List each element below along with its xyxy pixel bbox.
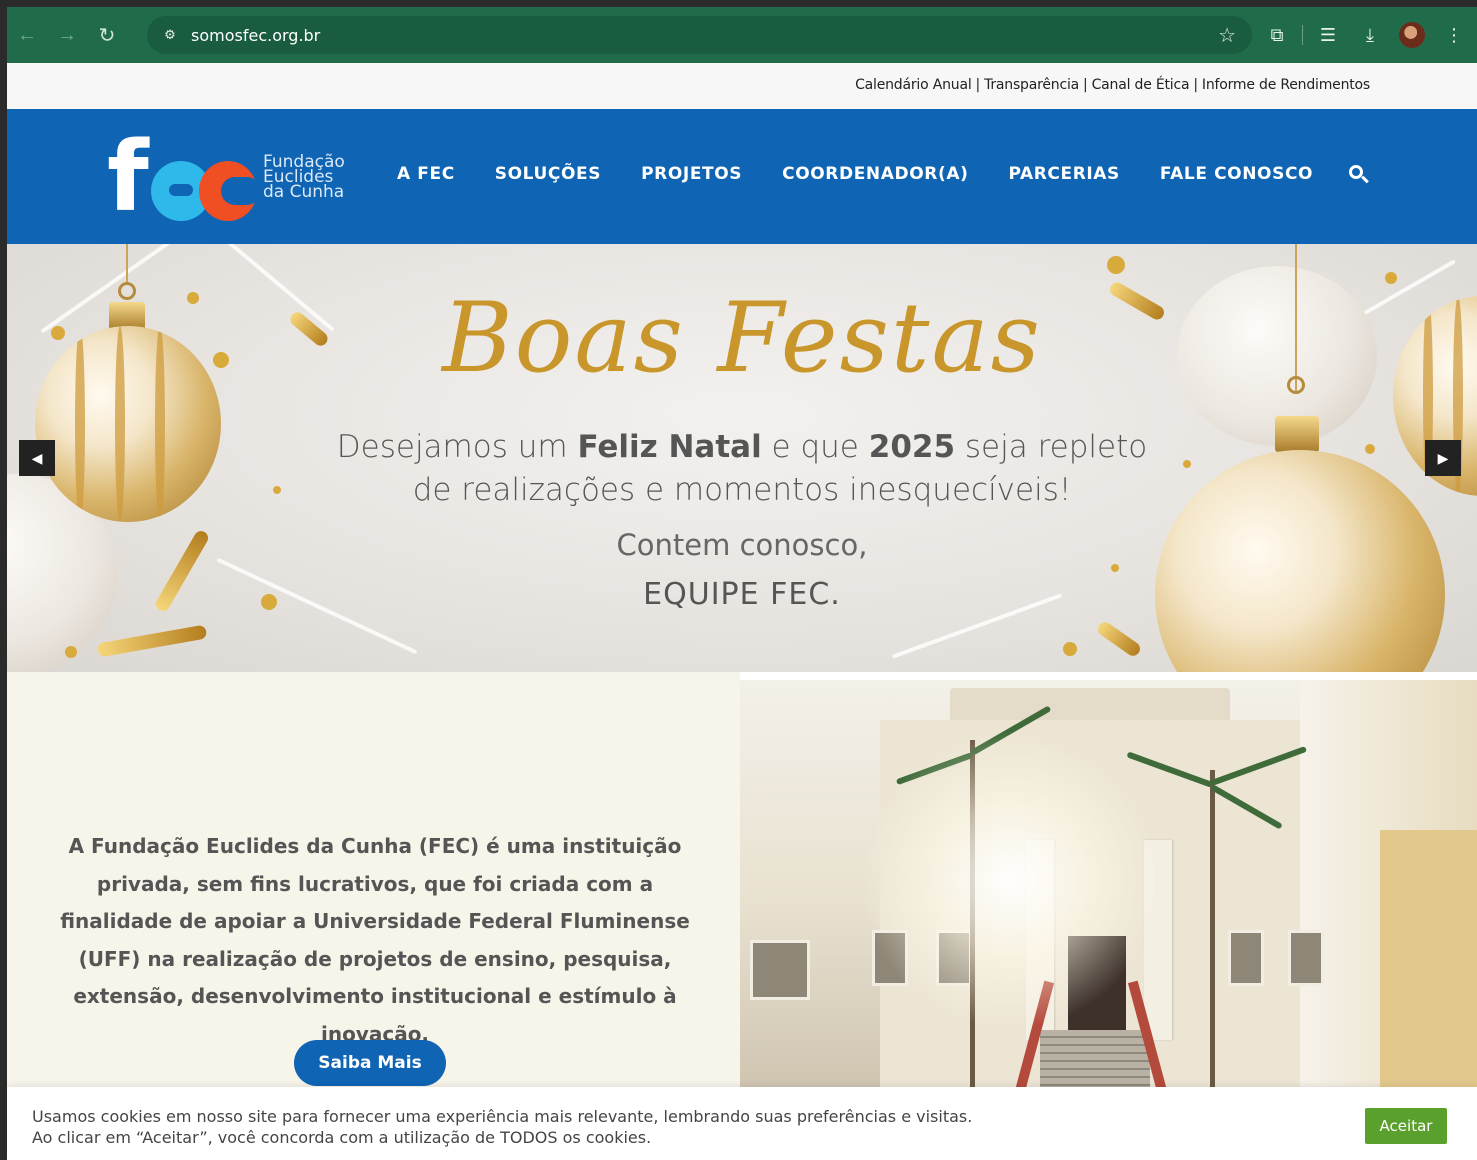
nav-parcerias[interactable]: PARCERIAS (1008, 164, 1119, 184)
confetti-dot (1111, 564, 1119, 572)
site-header: f Fundação Euclides da Cunha A FEC SOLUÇ… (7, 109, 1477, 244)
building-stairs (1040, 1030, 1150, 1087)
about-description: A Fundação Euclides da Cunha (FEC) é uma… (60, 834, 690, 1046)
cookie-line: Usamos cookies em nosso site para fornec… (32, 1107, 973, 1126)
bookmark-star-icon[interactable]: ☆ (1218, 23, 1236, 48)
link-transparencia[interactable]: Transparência (984, 77, 1079, 93)
gold-ribbon (96, 624, 208, 658)
extensions-icon[interactable]: ⧉ (1260, 18, 1294, 52)
utility-links: Calendário Anual | Transparência | Canal de … (855, 77, 1370, 93)
fec-building-photo (740, 680, 1477, 1087)
separator: | (975, 77, 981, 93)
link-canal-de-etica[interactable]: Canal de Ética (1092, 77, 1190, 93)
accept-cookies-button[interactable]: Aceitar (1365, 1108, 1447, 1144)
forward-icon[interactable]: → (47, 15, 87, 55)
link-informe-de-rendimentos[interactable]: Informe de Rendimentos (1202, 77, 1370, 93)
link-calendario-anual[interactable]: Calendário Anual (855, 77, 972, 93)
separator: | (1193, 77, 1198, 93)
confetti-dot (1063, 642, 1077, 656)
cookie-consent-bar: Usamos cookies em nosso site para fornec… (7, 1087, 1477, 1160)
download-icon[interactable]: ⤓ (1353, 18, 1387, 52)
nav-coordenador[interactable]: COORDENADOR(A) (782, 164, 968, 184)
nav-a-fec[interactable]: A FEC (397, 164, 455, 184)
toolbar-icons: ⧉ ☰ ⤓ ⋮ (1260, 15, 1477, 55)
sun-flare (860, 730, 1160, 1030)
profile-avatar[interactable] (1395, 18, 1429, 52)
greeting-bold: 2025 (868, 429, 956, 465)
logo-mark: f (107, 121, 149, 233)
toolbar-separator (1302, 25, 1303, 45)
reload-icon[interactable]: ↻ (87, 15, 127, 55)
search-icon[interactable] (1347, 163, 1371, 187)
nav-projetos[interactable]: PROJETOS (641, 164, 742, 184)
browser-toolbar: ← → ↻ ⚙ somosfec.org.br ☆ ⧉ ☰ ⤓ ⋮ (7, 7, 1477, 63)
saiba-mais-button[interactable]: Saiba Mais (294, 1040, 446, 1086)
greeting-text: e que (761, 429, 869, 465)
gold-ribbon (1095, 619, 1143, 659)
building-window (1288, 930, 1324, 986)
menu-kebab-icon[interactable]: ⋮ (1437, 18, 1471, 52)
separator: | (1083, 77, 1088, 93)
banner-greeting: Desejamos um Feliz Natal e que 2025 seja… (7, 426, 1477, 512)
banner-title: Boas Festas (442, 282, 1042, 394)
confetti-dot (1107, 256, 1125, 274)
utility-bar: Calendário Anual | Transparência | Canal de … (7, 63, 1477, 109)
logo-c-shape (199, 161, 261, 221)
logo-text-line: da Cunha (263, 182, 345, 202)
greeting-line-2: de realizações e momentos inesquecíveis! (412, 472, 1072, 508)
back-icon[interactable]: ← (7, 15, 47, 55)
building-adjacent-wall (1380, 830, 1477, 1087)
about-text-panel: A Fundação Euclides da Cunha (FEC) é uma… (7, 672, 740, 1087)
palm-tree (1210, 770, 1215, 1087)
nav-fale-conosco[interactable]: FALE CONOSCO (1160, 164, 1313, 184)
building-window (750, 940, 810, 1000)
cookie-message: Usamos cookies em nosso site para fornec… (32, 1106, 972, 1148)
banner-team: EQUIPE FEC. (643, 577, 841, 612)
greeting-bold: Feliz Natal (577, 429, 762, 465)
logo-wordmark: Fundação Euclides da Cunha (263, 154, 345, 202)
site-info-icon[interactable]: ⚙ (159, 24, 181, 46)
url-text[interactable]: somosfec.org.br (191, 26, 320, 45)
greeting-text: Desejamos um (336, 429, 578, 465)
about-section: A Fundação Euclides da Cunha (FEC) é uma… (7, 672, 1477, 1087)
media-controls-icon[interactable]: ☰ (1311, 18, 1345, 52)
address-bar[interactable]: ⚙ somosfec.org.br ☆ (147, 16, 1252, 54)
main-nav: A FEC SOLUÇÕES PROJETOS COORDENADOR(A) P… (397, 164, 1313, 184)
ornament-string (126, 244, 128, 284)
nav-solucoes[interactable]: SOLUÇÕES (495, 164, 601, 184)
confetti-dot (65, 646, 77, 658)
greeting-line-1: Desejamos um Feliz Natal e que 2025 seja… (7, 426, 1477, 469)
building-column (1158, 840, 1172, 1040)
greeting-text: seja repleto (955, 429, 1148, 465)
holiday-banner: ◀ ▶ Boas Festas Desejamos um Feliz Natal… (7, 244, 1477, 672)
building-window (1228, 930, 1264, 986)
cookie-line: Ao clicar em “Aceitar”, você concorda co… (32, 1128, 652, 1147)
banner-signoff: Contem conosco, (616, 528, 868, 562)
fec-logo[interactable]: f Fundação Euclides da Cunha (107, 121, 352, 233)
